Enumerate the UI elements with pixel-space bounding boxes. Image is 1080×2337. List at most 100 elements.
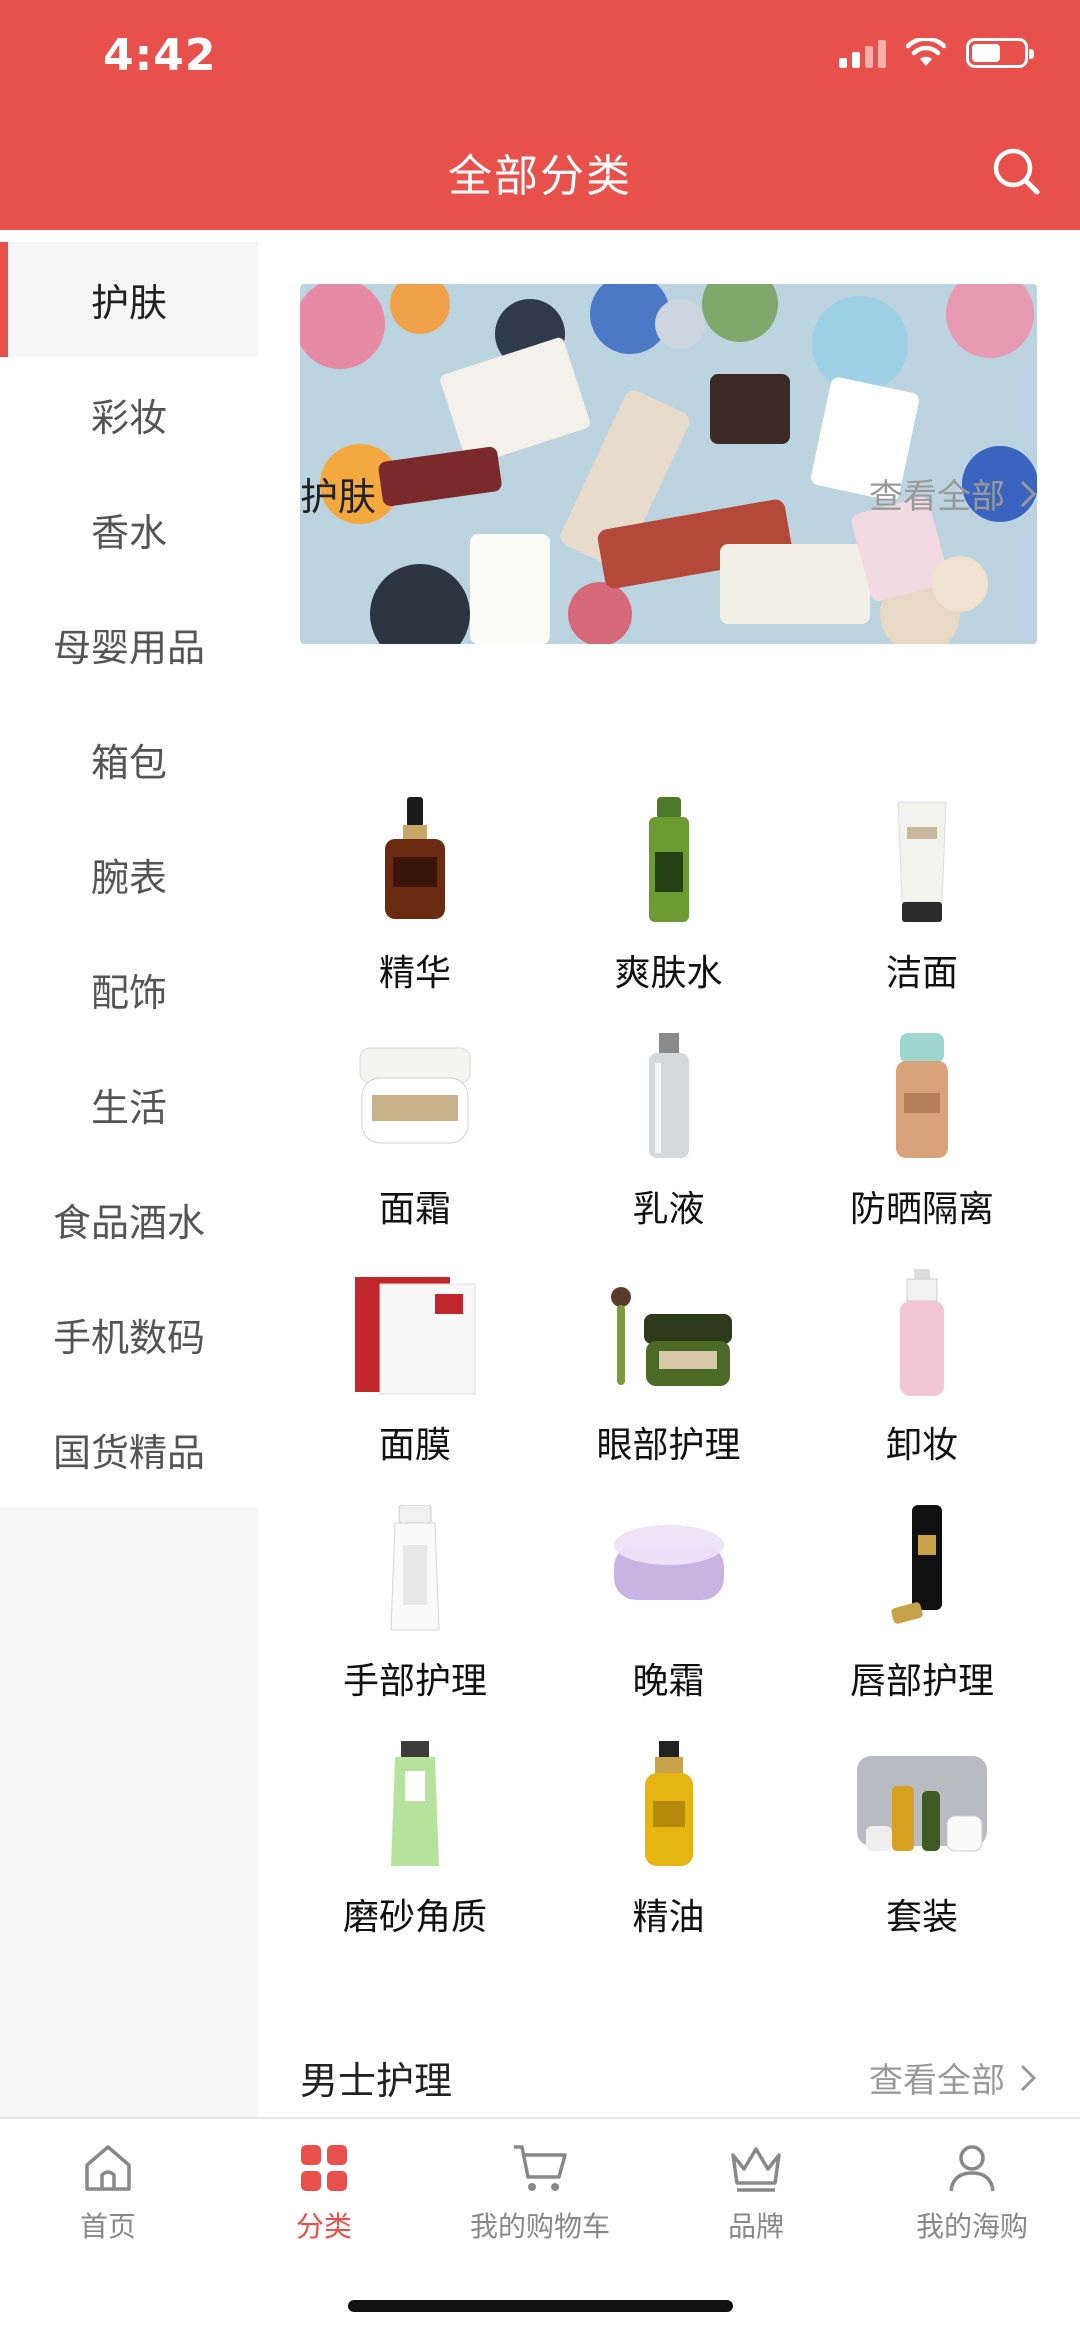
tab-cart[interactable]: 我的购物车 bbox=[432, 2141, 648, 2245]
sidebar-item-label: 箱包 bbox=[90, 741, 167, 785]
subcategory-grid: 精华 爽肤水 洁面 面霜 乳液 防晒隔离 面膜 眼部护理 卸妆 手部护理 晚霜 … bbox=[300, 792, 1037, 1972]
sidebar-item-bags[interactable]: 箱包 bbox=[0, 702, 258, 817]
category-icon bbox=[301, 2145, 347, 2191]
cream-jar-icon bbox=[345, 1028, 485, 1168]
subcategory-label: 晚霜 bbox=[632, 1661, 705, 1702]
status-time: 4:42 bbox=[103, 30, 217, 81]
subcategory-item[interactable]: 乳液 bbox=[554, 1028, 784, 1264]
view-all-label: 查看全部 bbox=[869, 477, 1005, 517]
sidebar-item-label: 腕表 bbox=[90, 856, 167, 900]
sidebar-item-label: 母婴用品 bbox=[52, 626, 205, 670]
wifi-icon bbox=[906, 38, 946, 66]
subcategory-label: 精油 bbox=[632, 1897, 705, 1938]
battery-icon bbox=[966, 38, 1034, 68]
subcategory-item[interactable]: 爽肤水 bbox=[554, 792, 784, 1028]
status-icons bbox=[839, 38, 1034, 68]
subcategory-item[interactable]: 精华 bbox=[300, 792, 530, 1028]
sidebar-item-label: 彩妆 bbox=[90, 396, 167, 440]
subcategory-item[interactable]: 防晒隔离 bbox=[807, 1028, 1037, 1264]
hand-cream-icon bbox=[345, 1500, 485, 1640]
search-button[interactable] bbox=[990, 145, 1042, 197]
gift-set-icon bbox=[852, 1736, 992, 1876]
subcategory-label: 面膜 bbox=[378, 1425, 451, 1466]
section-header-skincare: 护肤 查看全部 bbox=[300, 466, 1037, 521]
cleansing-oil-icon bbox=[852, 1264, 992, 1404]
sidebar-item-makeup[interactable]: 彩妆 bbox=[0, 357, 258, 472]
sidebar-item-skincare[interactable]: 护肤 bbox=[0, 242, 258, 357]
sidebar-item-label: 生活 bbox=[90, 1086, 167, 1130]
subcategory-item[interactable]: 唇部护理 bbox=[807, 1500, 1037, 1736]
sidebar-item-watches[interactable]: 腕表 bbox=[0, 817, 258, 932]
crown-icon bbox=[731, 2147, 781, 2192]
subcategory-label: 卸妆 bbox=[885, 1425, 958, 1466]
cellular-signal-icon bbox=[839, 38, 886, 68]
subcategory-label: 洁面 bbox=[885, 953, 958, 994]
night-cream-icon bbox=[599, 1500, 739, 1640]
tab-label: 品牌 bbox=[727, 2210, 784, 2243]
subcategory-label: 精华 bbox=[378, 953, 451, 994]
subcategory-label: 防晒隔离 bbox=[849, 1189, 994, 1230]
page-title: 全部分类 bbox=[448, 151, 632, 202]
subcategory-item[interactable]: 洁面 bbox=[807, 792, 1037, 1028]
tab-label: 分类 bbox=[295, 2210, 352, 2243]
banner-image bbox=[300, 284, 1037, 644]
cleanser-tube-icon bbox=[852, 792, 992, 932]
sidebar-item-label: 护肤 bbox=[90, 281, 167, 325]
category-content[interactable]: 护肤 查看全部 精华 爽肤水 洁面 面霜 乳液 防晒隔离 面膜 眼部护理 卸妆 … bbox=[258, 242, 1080, 2117]
subcategory-label: 磨砂角质 bbox=[342, 1897, 487, 1938]
sidebar-item-label: 配饰 bbox=[90, 971, 167, 1015]
skincare-banner[interactable] bbox=[300, 284, 1037, 644]
sidebar-item-baby[interactable]: 母婴用品 bbox=[0, 587, 258, 702]
section-title: 男士护理 bbox=[300, 2059, 453, 2103]
sidebar-item-label: 国货精品 bbox=[52, 1431, 205, 1475]
sidebar-item-domestic[interactable]: 国货精品 bbox=[0, 1392, 258, 1507]
subcategory-label: 乳液 bbox=[632, 1189, 705, 1230]
view-all-link[interactable]: 查看全部 bbox=[869, 469, 1037, 518]
face-mask-icon bbox=[345, 1264, 485, 1404]
subcategory-item[interactable]: 套装 bbox=[807, 1736, 1037, 1972]
subcategory-item[interactable]: 面膜 bbox=[300, 1264, 530, 1500]
section-title: 护肤 bbox=[300, 475, 377, 519]
cart-icon bbox=[514, 2145, 567, 2191]
view-all-link[interactable]: 查看全部 bbox=[869, 2053, 1037, 2102]
subcategory-item[interactable]: 手部护理 bbox=[300, 1500, 530, 1736]
tab-label: 首页 bbox=[79, 2210, 136, 2243]
tab-brand[interactable]: 品牌 bbox=[648, 2141, 864, 2245]
user-icon bbox=[949, 2145, 995, 2192]
subcategory-item[interactable]: 面霜 bbox=[300, 1028, 530, 1264]
app-header: 4:42 全部分类 bbox=[0, 0, 1080, 230]
view-all-label: 查看全部 bbox=[869, 2061, 1005, 2101]
scrub-tube-icon bbox=[345, 1736, 485, 1876]
subcategory-item[interactable]: 磨砂角质 bbox=[300, 1736, 530, 1972]
subcategory-item[interactable]: 晚霜 bbox=[554, 1500, 784, 1736]
sidebar-item-perfume[interactable]: 香水 bbox=[0, 472, 258, 587]
sidebar-item-lifestyle[interactable]: 生活 bbox=[0, 1047, 258, 1162]
tab-home[interactable]: 首页 bbox=[0, 2141, 216, 2245]
subcategory-label: 爽肤水 bbox=[614, 953, 723, 994]
subcategory-label: 手部护理 bbox=[342, 1661, 487, 1702]
chevron-right-icon bbox=[1020, 480, 1037, 507]
home-indicator[interactable] bbox=[348, 2300, 733, 2312]
subcategory-label: 眼部护理 bbox=[596, 1425, 741, 1466]
subcategory-label: 套装 bbox=[885, 1897, 958, 1938]
subcategory-label: 唇部护理 bbox=[849, 1661, 994, 1702]
tab-category[interactable]: 分类 bbox=[216, 2141, 432, 2245]
category-sidebar: 护肤 彩妆 香水 母婴用品 箱包 腕表 配饰 生活 食品酒水 手机数码 国货精品 bbox=[0, 242, 258, 2117]
subcategory-item[interactable]: 卸妆 bbox=[807, 1264, 1037, 1500]
sidebar-item-accessories[interactable]: 配饰 bbox=[0, 932, 258, 1047]
sidebar-item-food[interactable]: 食品酒水 bbox=[0, 1162, 258, 1277]
tab-account[interactable]: 我的海购 bbox=[864, 2141, 1080, 2245]
chevron-right-icon bbox=[1020, 2064, 1037, 2091]
sidebar-item-label: 食品酒水 bbox=[52, 1201, 205, 1245]
subcategory-item[interactable]: 眼部护理 bbox=[554, 1264, 784, 1500]
sunscreen-bottle-icon bbox=[852, 1028, 992, 1168]
sidebar-item-label: 香水 bbox=[90, 511, 167, 555]
sidebar-item-digital[interactable]: 手机数码 bbox=[0, 1277, 258, 1392]
oil-bottle-icon bbox=[599, 1736, 739, 1876]
subcategory-item[interactable]: 精油 bbox=[554, 1736, 784, 1972]
toner-bottle-icon bbox=[599, 792, 739, 932]
lotion-bottle-icon bbox=[599, 1028, 739, 1168]
subcategory-label: 面霜 bbox=[378, 1189, 451, 1230]
serum-bottle-icon bbox=[345, 792, 485, 932]
eye-cream-icon bbox=[599, 1264, 739, 1404]
